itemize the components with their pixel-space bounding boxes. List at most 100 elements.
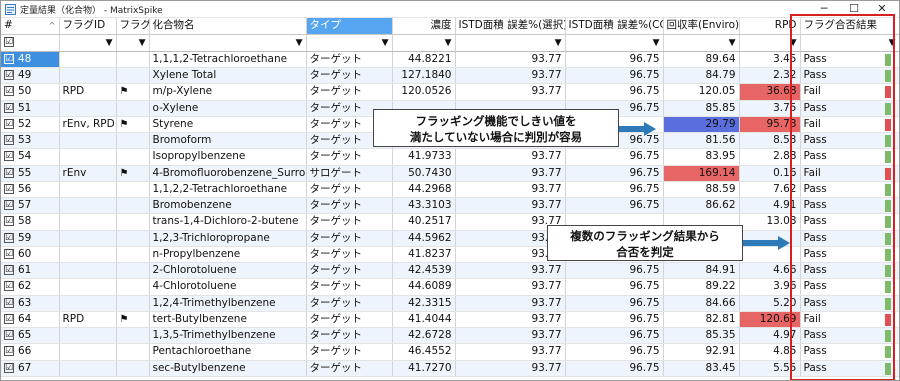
istd-area-cc-cell[interactable]: 96.75 — [565, 197, 664, 215]
compound-name-cell[interactable]: n-Propylbenzene — [149, 246, 307, 264]
flag-result-cell[interactable]: Pass — [800, 51, 899, 69]
filter-compound-name[interactable]: ▼ — [149, 34, 307, 52]
row-number-cell[interactable]: ☑ 55 — [1, 165, 60, 182]
row-checkbox[interactable]: ☑ — [4, 183, 14, 194]
row-number-cell[interactable]: ☑ 66 — [1, 343, 60, 361]
flag-result-cell[interactable]: Fail — [800, 311, 899, 329]
filter-funnel-icon[interactable]: ▼ — [445, 36, 452, 51]
filter-funnel-icon[interactable]: ▼ — [139, 36, 146, 51]
row-checkbox[interactable]: ☑ — [4, 281, 14, 292]
row-checkbox[interactable]: ☑ — [4, 53, 14, 64]
flag-cell[interactable] — [116, 148, 150, 166]
flag-result-cell[interactable]: Pass — [800, 148, 899, 166]
flag-id-cell[interactable] — [59, 51, 117, 69]
rpd-cell[interactable]: 7.62 — [739, 181, 801, 199]
flag-cell[interactable]: ⚑ — [116, 165, 150, 182]
type-cell[interactable]: ターゲット — [306, 51, 393, 69]
filter-istd-area-selected[interactable]: ▼ — [455, 34, 566, 52]
recovery-cell[interactable]: 82.81 — [663, 311, 740, 329]
concentration-cell[interactable]: 42.6728 — [392, 327, 456, 345]
table-row[interactable]: ☑ 66 Pentachloroethane ターゲット 46.4552 93.77 96.… — [1, 343, 899, 361]
flag-id-cell[interactable] — [59, 278, 117, 296]
recovery-cell[interactable]: 83.95 — [663, 148, 740, 166]
flag-cell[interactable] — [116, 230, 150, 247]
flag-cell[interactable] — [116, 262, 150, 280]
filter-flag[interactable]: ▼ — [116, 34, 150, 52]
flag-id-cell[interactable] — [59, 132, 117, 150]
flag-id-cell[interactable] — [59, 67, 117, 85]
flag-result-cell[interactable]: Fail — [800, 83, 899, 101]
row-checkbox[interactable]: ☑ — [4, 248, 14, 259]
flag-id-cell[interactable]: rEnv — [59, 165, 117, 182]
flag-result-cell[interactable]: Fail — [800, 165, 899, 182]
rpd-cell[interactable]: 120.69 — [739, 311, 801, 329]
concentration-cell[interactable]: 41.7270 — [392, 360, 456, 377]
rpd-cell[interactable]: 4.91 — [739, 197, 801, 215]
flag-result-cell[interactable]: Pass — [800, 343, 899, 361]
table-row[interactable]: ☑ 61 2-Chlorotoluene ターゲット 42.4539 93.77 96.75… — [1, 262, 899, 280]
col-header-istd-area-selected[interactable]: ISTD面積 誤差%(選択) — [455, 18, 566, 35]
row-number-cell[interactable]: ☑ 63 — [1, 295, 60, 312]
concentration-cell[interactable]: 120.0526 — [392, 83, 456, 101]
flag-cell[interactable] — [116, 181, 150, 199]
col-header-concentration[interactable]: 濃度 — [392, 18, 456, 35]
flag-cell[interactable]: ⚑ — [116, 311, 150, 329]
row-checkbox[interactable]: ☑ — [4, 135, 14, 146]
flag-id-cell[interactable] — [59, 327, 117, 345]
filter-type[interactable]: ▼ — [306, 34, 393, 52]
row-checkbox[interactable]: ☑ — [4, 86, 14, 97]
flag-cell[interactable] — [116, 51, 150, 69]
istd-area-cc-cell[interactable]: 96.75 — [565, 360, 664, 377]
flag-cell[interactable]: ⚑ — [116, 83, 150, 101]
flag-result-cell[interactable]: Pass — [800, 100, 899, 117]
table-row[interactable]: ☑ 62 4-Chlorotoluene ターゲット 44.6089 93.77 96.75… — [1, 278, 899, 296]
istd-area-cc-cell[interactable]: 96.75 — [565, 148, 664, 166]
row-number-cell[interactable]: ☑ 62 — [1, 278, 60, 296]
flag-result-cell[interactable]: Pass — [800, 67, 899, 85]
flag-id-cell[interactable] — [59, 148, 117, 166]
table-row[interactable]: ☑ 65 1,3,5-Trimethylbenzene ターゲット 42.6728 93.… — [1, 327, 899, 345]
compound-name-cell[interactable]: trans-1,4-Dichloro-2-butene — [149, 213, 307, 231]
rpd-cell[interactable]: 95.73 — [739, 116, 801, 134]
flag-id-cell[interactable] — [59, 197, 117, 215]
istd-area-cc-cell[interactable]: 96.75 — [565, 83, 664, 101]
rpd-cell[interactable]: 36.68 — [739, 83, 801, 101]
type-cell[interactable]: サロゲート — [306, 165, 393, 182]
maximize-icon[interactable]: ☐ — [839, 1, 869, 18]
type-cell[interactable]: ターゲット — [306, 327, 393, 345]
col-header-compound-name[interactable]: 化合物名 — [149, 18, 307, 35]
concentration-cell[interactable]: 44.8221 — [392, 51, 456, 69]
filter-recovery-enviro[interactable]: ▼ — [663, 34, 740, 52]
concentration-cell[interactable]: 127.1840 — [392, 67, 456, 85]
flag-id-cell[interactable] — [59, 246, 117, 264]
istd-area-cc-cell[interactable]: 96.75 — [565, 343, 664, 361]
flag-cell[interactable] — [116, 197, 150, 215]
rpd-cell[interactable]: 3.45 — [739, 51, 801, 69]
recovery-cell[interactable]: 120.05 — [663, 83, 740, 101]
flag-result-cell[interactable]: Fail — [800, 116, 899, 134]
row-checkbox[interactable]: ☑ — [4, 102, 14, 113]
compound-name-cell[interactable]: 4-Bromofluorobenzene_Surro... — [149, 165, 307, 182]
table-row[interactable]: ☑ 49 Xylene Total ターゲット 127.1840 93.77 96.75 84… — [1, 67, 899, 85]
flag-cell[interactable] — [116, 278, 150, 296]
row-number-cell[interactable]: ☑ 52 — [1, 116, 60, 134]
istd-area-selected-cell[interactable]: 93.77 — [455, 67, 566, 85]
row-checkbox[interactable]: ☑ — [4, 200, 14, 211]
row-number-cell[interactable]: ☑ 60 — [1, 246, 60, 264]
type-cell[interactable]: ターゲット — [306, 148, 393, 166]
rpd-cell[interactable]: 3.75 — [739, 100, 801, 117]
type-cell[interactable]: ターゲット — [306, 213, 393, 231]
recovery-cell[interactable]: 84.79 — [663, 67, 740, 85]
flag-cell[interactable] — [116, 213, 150, 231]
rpd-cell[interactable]: 0.16 — [739, 165, 801, 182]
flag-result-cell[interactable]: Pass — [800, 132, 899, 150]
table-row[interactable]: ☑ 58 trans-1,4-Dichloro-2-butene ターゲット 40.25… — [1, 213, 899, 231]
flag-cell[interactable] — [116, 67, 150, 85]
flag-cell[interactable] — [116, 343, 150, 361]
istd-area-selected-cell[interactable]: 93.77 — [455, 51, 566, 69]
compound-name-cell[interactable]: tert-Butylbenzene — [149, 311, 307, 329]
row-checkbox[interactable]: ☑ — [4, 330, 14, 341]
istd-area-selected-cell[interactable]: 93.77 — [455, 278, 566, 296]
istd-area-selected-cell[interactable]: 93.77 — [455, 343, 566, 361]
recovery-cell[interactable]: 83.45 — [663, 360, 740, 377]
